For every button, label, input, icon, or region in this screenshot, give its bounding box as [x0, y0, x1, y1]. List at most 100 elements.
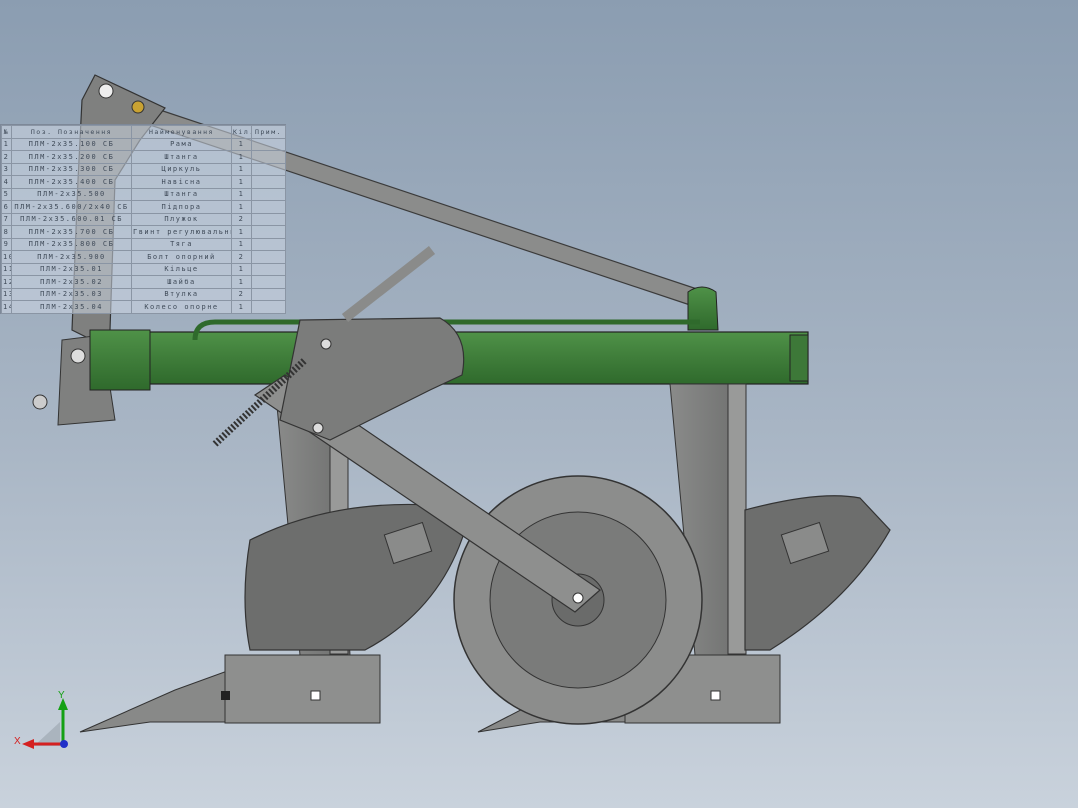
bom-row: 9 ПЛМ-2х35.800 СБ Тяга 1 — [1, 237, 286, 251]
bom-cell-code: ПЛМ-2х35.400 СБ — [11, 175, 132, 189]
headstock-pin — [131, 100, 145, 114]
bom-row: 8 ПЛМ-2х35.700 СБ Гвинт регулювальний 1 — [1, 225, 286, 239]
bom-cell-qty: 2 — [231, 250, 252, 264]
bom-cell-no: 11 — [1, 262, 12, 276]
bom-header-qty: Кіл. — [231, 125, 252, 139]
bom-cell-code: ПЛМ-2х35.100 СБ — [11, 137, 132, 151]
bom-cell-no: 2 — [1, 150, 12, 164]
bom-cell-qty: 1 — [231, 300, 252, 314]
bom-cell-name: Гвинт регулювальний — [131, 225, 232, 239]
bom-cell-no: 3 — [1, 162, 12, 176]
bom-cell-code: ПЛМ-2х35.01 — [11, 262, 132, 276]
arm-pin — [312, 422, 324, 434]
bom-cell-no: 8 — [1, 225, 12, 239]
bom-cell-qty: 1 — [231, 275, 252, 289]
bom-cell-qty: 1 — [231, 150, 252, 164]
bom-cell-qty: 1 — [231, 200, 252, 214]
front-skid-bolt — [221, 691, 230, 700]
bom-cell-no: 9 — [1, 237, 12, 251]
bom-row: 14ПЛМ-2х35.04Колесо опорне1 — [1, 300, 286, 314]
bom-cell-qty: 1 — [231, 175, 252, 189]
bom-cell-qty: 1 — [231, 187, 252, 201]
bom-cell-note — [251, 187, 286, 201]
x-axis-label: X — [14, 736, 21, 747]
hitch-pin — [70, 348, 86, 364]
bom-cell-code: ПЛМ-2х35.200 СБ — [11, 150, 132, 164]
bom-row: 11ПЛМ-2х35.01Кільце1 — [1, 262, 286, 276]
bom-cell-name: Кільце — [131, 262, 232, 276]
bom-cell-no: 1 — [1, 137, 12, 151]
bom-header-no: № — [1, 125, 12, 139]
bom-row: 10ПЛМ-2х35.900Болт опорний2 — [1, 250, 286, 264]
wheel-bracket-plate — [279, 317, 465, 441]
bom-cell-code: ПЛМ-2х35.04 — [11, 300, 132, 314]
bom-cell-note — [251, 262, 286, 276]
bom-cell-note — [251, 162, 286, 176]
bom-cell-name: Плужок — [131, 212, 232, 226]
bom-cell-qty: 2 — [231, 212, 252, 226]
bom-cell-qty: 1 — [231, 137, 252, 151]
bom-cell-no: 10 — [1, 250, 12, 264]
bom-cell-code: ПЛМ-2х35.900 — [11, 250, 132, 264]
hitch-green-plate — [89, 329, 151, 391]
main-frame-beam — [147, 331, 809, 385]
bracket-pin — [320, 338, 332, 350]
frame-end-cap — [789, 334, 809, 382]
wheel-axle-pin — [572, 592, 584, 604]
bom-cell-code: ПЛМ-2х35.600.01 СБ — [11, 212, 132, 226]
bom-row: 1 ПЛМ-2х35.100 СБ Рама 1 — [1, 137, 286, 151]
bom-header-note: Прим. — [251, 125, 286, 139]
bom-row: 3 ПЛМ-2х35.300 СБ Циркуль 1 — [1, 162, 286, 176]
lower-link-pin — [32, 394, 48, 410]
bom-grid: № Поз. Позначення Найменування Кіл. Прим… — [1, 125, 286, 314]
bom-cell-note — [251, 250, 286, 264]
bom-cell-qty: 2 — [231, 287, 252, 301]
bom-cell-qty: 1 — [231, 225, 252, 239]
bom-cell-name: Штанга — [131, 150, 232, 164]
bom-cell-name: Навісна — [131, 175, 232, 189]
x-axis-head — [22, 739, 34, 749]
bom-cell-code: ПЛМ-2х35.600/2х40 СБ — [11, 200, 132, 214]
y-axis-label: Y — [58, 690, 65, 701]
bom-row: 13ПЛМ-2х35.03Втулка2 — [1, 287, 286, 301]
bom-cell-code: ПЛМ-2х35.500 — [11, 187, 132, 201]
bom-row: 6 ПЛМ-2х35.600/2х40 СБ Підпора 1 — [1, 200, 286, 214]
bom-cell-note — [251, 300, 286, 314]
bom-cell-qty: 1 — [231, 162, 252, 176]
bom-cell-no: 6 — [1, 200, 12, 214]
bom-cell-name: Рама — [131, 137, 232, 151]
bom-row: 12ПЛМ-2х35.02Шайба1 — [1, 275, 286, 289]
cad-viewport[interactable]: № Поз. Позначення Найменування Кіл. Прим… — [0, 0, 1078, 808]
bom-cell-no: 5 — [1, 187, 12, 201]
bom-cell-name: Болт опорний — [131, 250, 232, 264]
bom-row: 5 ПЛМ-2х35.500 Штанга 1 — [1, 187, 286, 201]
bom-cell-no: 7 — [1, 212, 12, 226]
bom-cell-note — [251, 200, 286, 214]
front-mouldboard — [244, 503, 466, 651]
bom-cell-note — [251, 225, 286, 239]
bom-cell-no: 14 — [1, 300, 12, 314]
bom-cell-code: ПЛМ-2х35.300 СБ — [11, 162, 132, 176]
bom-cell-code: ПЛМ-2х35.02 — [11, 275, 132, 289]
rear-skid-hole — [710, 690, 721, 701]
bom-cell-note — [251, 237, 286, 251]
bom-cell-no: 13 — [1, 287, 12, 301]
adjust-rod — [341, 246, 436, 322]
bom-cell-name: Штанга — [131, 187, 232, 201]
bom-row: 4 ПЛМ-2х35.400 СБ Навісна 1 — [1, 175, 286, 189]
bom-cell-name: Шайба — [131, 275, 232, 289]
bom-row: 7 ПЛМ-2х35.600.01 СБ Плужок 2 — [1, 212, 286, 226]
bom-cell-note — [251, 275, 286, 289]
bom-cell-qty: 1 — [231, 262, 252, 276]
bom-cell-name: Підпора — [131, 200, 232, 214]
bom-cell-qty: 1 — [231, 237, 252, 251]
rear-leg-strut — [727, 383, 747, 655]
bom-cell-name: Втулка — [131, 287, 232, 301]
bom-cell-code: ПЛМ-2х35.800 СБ — [11, 237, 132, 251]
plough-model[interactable] — [0, 0, 1078, 808]
bom-cell-note — [251, 287, 286, 301]
bom-cell-no: 4 — [1, 175, 12, 189]
bom-cell-no: 12 — [1, 275, 12, 289]
bom-header-name: Найменування — [131, 125, 232, 139]
bom-cell-name: Тяга — [131, 237, 232, 251]
